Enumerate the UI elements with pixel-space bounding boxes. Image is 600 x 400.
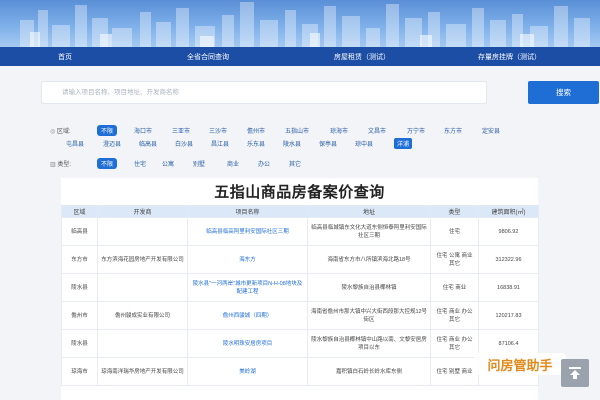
cell-address: 嘉积镇白石岭长岭水库东侧	[307, 357, 431, 386]
cell-type: 住宅	[430, 217, 479, 246]
region-option[interactable]: 三沙市	[209, 126, 227, 135]
region-option[interactable]: 乐东县	[247, 139, 265, 148]
table-row: 陵水县 陵水县"一河两岸"城市更新项目N-H-08地块及配建工程 陵水黎族自治县…	[61, 273, 539, 302]
type-option-all[interactable]: 不限	[97, 158, 118, 169]
nav-resale-listing[interactable]: 存量房挂牌（测试）	[478, 52, 541, 62]
type-option[interactable]: 办公	[258, 159, 270, 168]
type-option[interactable]: 其它	[289, 159, 301, 168]
filter-panel: ◎ 区域: 不限 海口市 三亚市 三沙市 儋州市 五指山市 琼海市 文昌市 万宁…	[41, 118, 558, 178]
assistant-watermark[interactable]: 问房管助手	[474, 353, 566, 375]
cell-developer: 东方滨海花园房地产开发有限公司	[97, 245, 188, 274]
search-button[interactable]: 搜索	[528, 81, 599, 104]
col-header-area: 建筑面积(㎡)	[478, 205, 539, 218]
back-to-top-button[interactable]	[561, 359, 589, 387]
cell-region: 陵水县	[61, 329, 98, 358]
cell-region: 儋州市	[61, 301, 98, 330]
header-banner: 首页 全省合同查询 房屋租赁（测试） 存量房挂牌（测试）	[0, 0, 600, 66]
region-option[interactable]: 琼海市	[330, 126, 348, 135]
location-icon: ◎	[50, 129, 56, 135]
col-header-address: 地址	[307, 205, 431, 218]
table-row: 东方市 东方滨海花园房地产开发有限公司 海东方 海南省东方市八所镇滨海北路18号…	[61, 245, 539, 274]
cell-project-link[interactable]: 临高县临高阿里利安国际社区三期	[187, 217, 308, 246]
cell-project-link[interactable]: 陵水县"一河两岸"城市更新项目N-H-08地块及配建工程	[187, 273, 308, 302]
region-option[interactable]: 屯昌县	[66, 139, 84, 148]
search-bar: 搜索	[41, 81, 599, 104]
cell-project-link[interactable]: 儋州西骏城（四期）	[187, 301, 308, 330]
cell-address: 陵水黎族自治县椰林镇中山路以南、文黎安居房项目以东	[307, 329, 431, 358]
region-option[interactable]: 万宁市	[407, 126, 425, 135]
region-option[interactable]: 昌江县	[211, 139, 229, 148]
region-option-all[interactable]: 不限	[97, 125, 118, 136]
cell-developer	[97, 217, 188, 246]
type-option[interactable]: 商业	[227, 159, 239, 168]
cell-developer	[97, 273, 188, 302]
type-option[interactable]: 住宅	[134, 159, 146, 168]
region-option[interactable]: 白沙县	[175, 139, 193, 148]
type-filter-label: ▥ 类型:	[50, 162, 72, 168]
cell-area: 312322.96	[478, 245, 539, 274]
table-header-row: 区域 开发商 项目名称 地址 类型 建筑面积(㎡)	[61, 205, 539, 218]
results-table: 区域 开发商 项目名称 地址 类型 建筑面积(㎡) 临高县 临高县临高阿里利安国…	[61, 205, 539, 386]
table-row: 琼海市 琼海南洋瑞华房地产开发有限公司 美岭湖 嘉积镇白石岭长岭水库东侧 住宅 …	[61, 357, 539, 386]
results-card: 五指山商品房备案价查询 区域 开发商 项目名称 地址 类型 建筑面积(㎡) 临高…	[61, 178, 539, 400]
region-option[interactable]: 东方市	[444, 126, 462, 135]
cell-area: 120217.83	[478, 301, 539, 330]
cell-address: 海南省儋州市那大镇中兴大街西段那大控规12号街区	[307, 301, 431, 330]
cell-developer: 儋州骏成实业有限公司	[97, 301, 188, 330]
cell-developer: 琼海南洋瑞华房地产开发有限公司	[97, 357, 188, 386]
cell-address: 陵水黎族自治县椰林镇	[307, 273, 431, 302]
cell-area: 9806.92	[478, 217, 539, 246]
building-icon: ▥	[50, 162, 56, 168]
cell-project-link[interactable]: 美岭湖	[187, 357, 308, 386]
type-option[interactable]: 公寓	[162, 159, 174, 168]
region-option[interactable]: 文昌市	[368, 126, 386, 135]
region-option[interactable]: 陵水县	[283, 139, 301, 148]
cell-type: 住宅 商业 办公 其它	[430, 329, 479, 358]
search-input[interactable]	[41, 81, 487, 104]
cell-region: 东方市	[61, 245, 98, 274]
main-navbar: 首页 全省合同查询 房屋租赁（测试） 存量房挂牌（测试）	[0, 47, 600, 66]
region-option[interactable]: 琼中县	[355, 139, 373, 148]
cell-address: 海南省东方市八所镇滨海北路18号	[307, 245, 431, 274]
cell-address: 临高县临城镇东文化大道东侧恒泰阿里利安国际社区三期	[307, 217, 431, 246]
col-header-developer: 开发商	[97, 205, 188, 218]
region-option[interactable]: 儋州市	[247, 126, 265, 135]
page-title: 五指山商品房备案价查询	[214, 184, 385, 201]
nav-contract-query[interactable]: 全省合同查询	[187, 52, 229, 62]
type-option[interactable]: 别墅	[193, 159, 205, 168]
region-option[interactable]: 三亚市	[172, 126, 190, 135]
cell-type: 住宅 公寓 商业 其它	[430, 245, 479, 274]
cell-area: 16838.91	[478, 273, 539, 302]
cell-region: 临高县	[61, 217, 98, 246]
table-row: 临高县 临高县临高阿里利安国际社区三期 临高县临城镇东文化大道东侧恒泰阿里利安国…	[61, 217, 539, 246]
cell-project-link[interactable]: 陵水明珠安居房项目	[187, 329, 308, 358]
region-option[interactable]: 海口市	[134, 126, 152, 135]
col-header-project: 项目名称	[187, 205, 308, 218]
cell-project-link[interactable]: 海东方	[187, 245, 308, 274]
cell-developer	[97, 329, 188, 358]
table-row: 儋州市 儋州骏成实业有限公司 儋州西骏城（四期） 海南省儋州市那大镇中兴大街西段…	[61, 301, 539, 330]
col-header-type: 类型	[430, 205, 479, 218]
cell-region: 陵水县	[61, 273, 98, 302]
region-option[interactable]: 五指山市	[285, 126, 309, 135]
cell-type: 住宅 别墅 商业	[430, 357, 479, 386]
region-option[interactable]: 定安县	[482, 126, 500, 135]
region-option[interactable]: 保亭县	[319, 139, 337, 148]
table-row: 陵水县 陵水明珠安居房项目 陵水黎族自治县椰林镇中山路以南、文黎安居房项目以东 …	[61, 329, 539, 358]
arrow-up-icon	[569, 367, 581, 379]
nav-home[interactable]: 首页	[58, 52, 72, 62]
region-option[interactable]: 临高县	[139, 139, 157, 148]
cell-type: 住宅 商业 办公 其它	[430, 301, 479, 330]
cell-type: 住宅 商业	[430, 273, 479, 302]
nav-rental[interactable]: 房屋租赁（测试）	[334, 52, 390, 62]
cell-region: 琼海市	[61, 357, 98, 386]
col-header-region: 区域	[61, 205, 98, 218]
region-option-selected[interactable]: 洋浦	[394, 138, 413, 149]
region-option[interactable]: 澄迈县	[103, 139, 121, 148]
region-filter-label: ◎ 区域:	[50, 129, 71, 135]
